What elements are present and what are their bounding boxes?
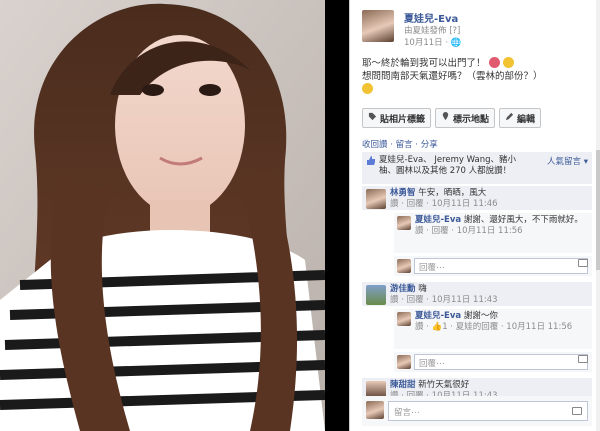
comment-text: 嗨 [418,284,427,294]
post-date[interactable]: 10月11日 · 🌐 [404,36,461,48]
photo-viewer: 夏娃兒-Eva 由夏娃發佈 [?] 10月11日 · 🌐 耶～終於輪到我可以出門… [0,0,600,431]
reply-author[interactable]: 夏娃兒-Eva [415,215,461,225]
scrollbar-thumb[interactable] [596,150,600,270]
reply-meta[interactable]: 讚 · 👍1 · 夏娃的回覆 · 10月11日 11:56 [415,322,572,332]
commenter-avatar[interactable] [366,285,386,305]
tag-photo-button[interactable]: 貼相片標籤 [362,108,432,128]
post-panel: 夏娃兒-Eva 由夏娃發佈 [?] 10月11日 · 🌐 耶～終於輪到我可以出門… [349,0,600,431]
edit-label: 編輯 [517,114,536,125]
comment: 林勇智 午安，晒晒，風大 讚 · 回覆 · 10月11日 11:46 [362,186,592,210]
kiss-emoji-icon [488,57,500,68]
reply-input[interactable]: 回覆⋯ [414,354,588,370]
add-location-button[interactable]: 標示地點 [435,108,496,128]
reply-text: 謝謝、還好風大，不下雨就好。 [463,215,583,225]
comment-meta[interactable]: 讚 · 回覆 · 10月11日 11:46 [390,199,498,209]
tag-photo-label: 貼相片標籤 [380,114,426,125]
my-avatar [397,355,411,369]
comment-composer: 留言⋯ [362,396,592,426]
like-thumb-icon [367,156,375,165]
location-pin-icon [441,112,450,124]
commenter-avatar[interactable] [366,189,386,209]
reply-text: 謝謝～你 [463,311,498,321]
edit-button[interactable]: 編輯 [499,108,542,128]
author-avatar[interactable] [362,10,394,42]
comment-input[interactable]: 留言⋯ [388,401,588,421]
comment-meta[interactable]: 讚 · 回覆 · 10月11日 11:43 [390,295,498,305]
comment-text: 午安，晒晒，風大 [418,188,487,198]
post-text-line1: 耶～終於輪到我可以出門了！ [362,58,486,69]
likes-summary: 夏娃兒-Eva、 Jeremy Wang、豬小柚、圓林以及其他 270 人都說讚… [362,152,592,184]
photo [0,0,325,431]
reply-meta[interactable]: 讚 · 回覆 · 10月11日 11:56 [415,226,523,236]
comment-author[interactable]: 陳甜甜 [390,380,416,390]
camera-icon[interactable] [572,407,582,415]
post-date-text: 10月11日 · [404,38,451,48]
scrollbar[interactable] [596,0,600,431]
likes-text[interactable]: 夏娃兒-Eva、 Jeremy Wang、豬小柚、圓林以及其他 270 人都說讚… [379,155,531,177]
grin-emoji-icon [502,57,514,68]
sort-comments-dropdown[interactable]: 人氣留言 ▾ [547,155,588,167]
globe-icon: 🌐 [450,38,462,48]
camera-icon[interactable] [578,259,588,267]
comment-text: 新竹天氣很好 [418,380,470,390]
post-header: 夏娃兒-Eva 由夏娃發佈 [?] 10月11日 · 🌐 [362,8,592,48]
reply: 夏娃兒-Eva 謝謝～你 讚 · 👍1 · 夏娃的回覆 · 10月11日 11:… [394,309,592,349]
reply-input-row: 回覆⋯ [394,352,592,372]
smile-emoji-icon [362,83,373,94]
my-avatar [366,401,384,419]
post-via: 由夏娃發佈 [?] [404,26,461,36]
photo-area [0,0,349,431]
post-text: 耶～終於輪到我可以出門了！ 想問問南部天氣還好嗎？（雲林的部份？） [362,57,592,96]
my-avatar [397,259,411,273]
comment-author[interactable]: 林勇智 [390,188,416,198]
tag-icon [368,112,377,124]
photo-actions: 貼相片標籤 標示地點 編輯 [362,108,542,128]
reply-input[interactable]: 回覆⋯ [414,258,588,274]
reply: 夏娃兒-Eva 謝謝、還好風大，不下雨就好。 讚 · 回覆 · 10月11日 1… [394,213,592,253]
comment: 游佳勳 嗨 讚 · 回覆 · 10月11日 11:43 [362,282,592,306]
reply-avatar[interactable] [397,312,411,326]
reply-input-row: 回覆⋯ [394,256,592,276]
post-links[interactable]: 收回讚 · 留言 · 分享 [362,138,438,150]
author-name[interactable]: 夏娃兒-Eva [404,10,458,25]
camera-icon[interactable] [578,355,588,363]
add-location-label: 標示地點 [453,114,490,125]
pencil-icon [505,112,514,124]
reply-avatar[interactable] [397,216,411,230]
comment-author[interactable]: 游佳勳 [390,284,416,294]
post-text-line2: 想問問南部天氣還好嗎？（雲林的部份？） [362,71,543,82]
reply-author[interactable]: 夏娃兒-Eva [415,311,461,321]
